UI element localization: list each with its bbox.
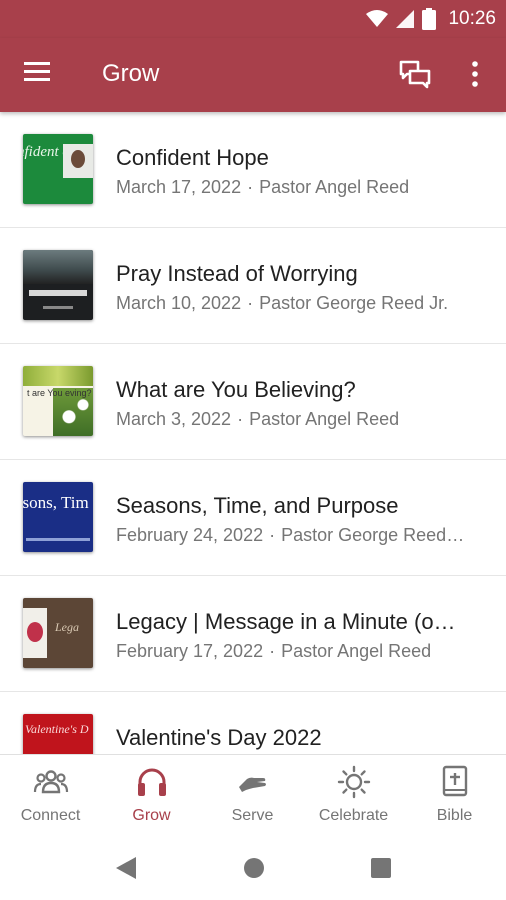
thumbnail-image xyxy=(23,250,93,284)
sermon-title: Seasons, Time, and Purpose xyxy=(116,493,399,518)
status-time: 10:26 xyxy=(448,8,496,29)
separator-dot: · xyxy=(247,177,254,197)
sermon-thumbnail: asons, Tim nd Purpos xyxy=(23,482,93,552)
home-circle-icon xyxy=(244,858,264,878)
sermon-speaker: Pastor George Reed Jr. xyxy=(259,293,449,313)
separator-dot: · xyxy=(269,641,276,661)
thumbnail-caption-bar xyxy=(43,306,73,309)
chat-icon xyxy=(399,60,431,89)
nav-label: Bible xyxy=(436,807,473,824)
bottom-navigation: Connect Grow Serve Celebrate Bible xyxy=(0,754,506,837)
nav-label: Celebrate xyxy=(318,807,389,824)
list-item[interactable]: Valentine's D Valentine's Day 2022 xyxy=(0,692,506,754)
separator-dot: · xyxy=(247,293,254,313)
thumbnail-caption-bar xyxy=(29,290,87,296)
sermon-thumbnail: Valentine's D xyxy=(23,714,93,754)
sermon-list[interactable]: nfident e Confident Hope March 17, 2022·… xyxy=(0,112,506,754)
list-item[interactable]: asons, Tim nd Purpos Seasons, Time, and … xyxy=(0,460,506,576)
list-item[interactable]: t are You eving? What are You Believing?… xyxy=(0,344,506,460)
sermon-thumbnail: nfident e xyxy=(23,134,93,204)
sermon-thumbnail xyxy=(23,250,93,320)
home-button[interactable] xyxy=(240,854,268,882)
page-title: Grow xyxy=(102,60,160,87)
sermon-title: Pray Instead of Worrying xyxy=(116,261,358,286)
app-bar: Grow xyxy=(0,38,506,112)
sermon-subtitle: February 24, 2022 · Pastor George Reed… xyxy=(116,525,481,546)
hand-icon xyxy=(239,777,266,792)
wifi-icon xyxy=(366,10,389,27)
list-item[interactable]: Lega Legacy | Message in a Minute (o… Fe… xyxy=(0,576,506,692)
nav-item-celebrate[interactable]: Celebrate xyxy=(303,755,404,837)
thumbnail-image xyxy=(23,366,93,386)
sermon-title: What are You Believing? xyxy=(116,377,356,402)
status-bar: 10:26 xyxy=(0,0,506,38)
people-icon xyxy=(33,770,69,794)
nav-item-bible[interactable]: Bible xyxy=(404,755,505,837)
nav-label: Grow xyxy=(132,807,171,824)
headphones-icon xyxy=(138,768,166,796)
nav-label: Serve xyxy=(231,807,274,824)
sermon-subtitle: March 10, 2022 · Pastor George Reed Jr. xyxy=(116,293,481,314)
sermon-speaker: Pastor Angel Reed xyxy=(259,177,410,197)
sermon-date: March 10, 2022 xyxy=(116,293,242,313)
more-vert-icon xyxy=(472,61,478,87)
back-triangle-icon xyxy=(116,857,136,879)
nav-item-serve[interactable]: Serve xyxy=(202,755,303,837)
recents-button[interactable] xyxy=(367,854,395,882)
thumbnail-text: Lega xyxy=(55,620,79,634)
thumbnail-caption-bar xyxy=(26,538,90,541)
sun-icon xyxy=(337,765,371,799)
list-item[interactable]: Pray Instead of Worrying March 10, 2022 ·… xyxy=(0,228,506,344)
status-icons: 10:26 xyxy=(366,6,496,32)
thumbnail-photo xyxy=(27,622,43,642)
sermon-title: Legacy | Message in a Minute (o… xyxy=(116,609,456,634)
sermon-speaker: Pastor George Reed… xyxy=(281,525,465,545)
separator-dot: · xyxy=(269,525,276,545)
thumbnail-text: t are You eving? xyxy=(27,388,92,398)
nav-item-grow[interactable]: Grow xyxy=(101,755,202,837)
sermon-date: February 17, 2022 xyxy=(116,641,264,661)
thumbnail-text: Valentine's D xyxy=(25,722,89,736)
bible-icon xyxy=(442,765,468,797)
sermon-date: March 17, 2022 xyxy=(116,177,242,197)
chat-button[interactable] xyxy=(398,57,434,93)
nav-label: Connect xyxy=(20,807,81,824)
sermon-thumbnail: t are You eving? xyxy=(23,366,93,436)
sermon-date: March 3, 2022 xyxy=(116,409,232,429)
sermon-title: Confident Hope xyxy=(116,145,269,170)
menu-button[interactable] xyxy=(22,59,58,91)
nav-item-connect[interactable]: Connect xyxy=(0,755,101,837)
battery-icon xyxy=(422,8,437,30)
sermon-title: Valentine's Day 2022 xyxy=(116,725,322,750)
sermon-speaker: Pastor Angel Reed xyxy=(281,641,432,661)
thumbnail-text: asons, Tim nd Purpos xyxy=(23,493,93,512)
separator-dot: · xyxy=(237,409,244,429)
hamburger-menu-icon xyxy=(24,62,50,81)
thumbnail-photo xyxy=(63,144,93,178)
more-options-button[interactable] xyxy=(462,57,488,93)
sermon-date: February 24, 2022 xyxy=(116,525,264,545)
sermon-speaker: Pastor Angel Reed xyxy=(249,409,400,429)
recents-square-icon xyxy=(371,858,391,878)
back-button[interactable] xyxy=(112,854,140,882)
sermon-subtitle: March 17, 2022 · Pastor Angel Reed xyxy=(116,177,481,198)
sermon-thumbnail: Lega xyxy=(23,598,93,668)
sermon-subtitle: March 3, 2022 · Pastor Angel Reed xyxy=(116,409,481,430)
list-item[interactable]: nfident e Confident Hope March 17, 2022·… xyxy=(0,112,506,228)
system-navigation-bar xyxy=(0,836,506,900)
sermon-subtitle: February 17, 2022 · Pastor Angel Reed xyxy=(116,641,481,662)
cell-signal-icon xyxy=(396,10,415,28)
